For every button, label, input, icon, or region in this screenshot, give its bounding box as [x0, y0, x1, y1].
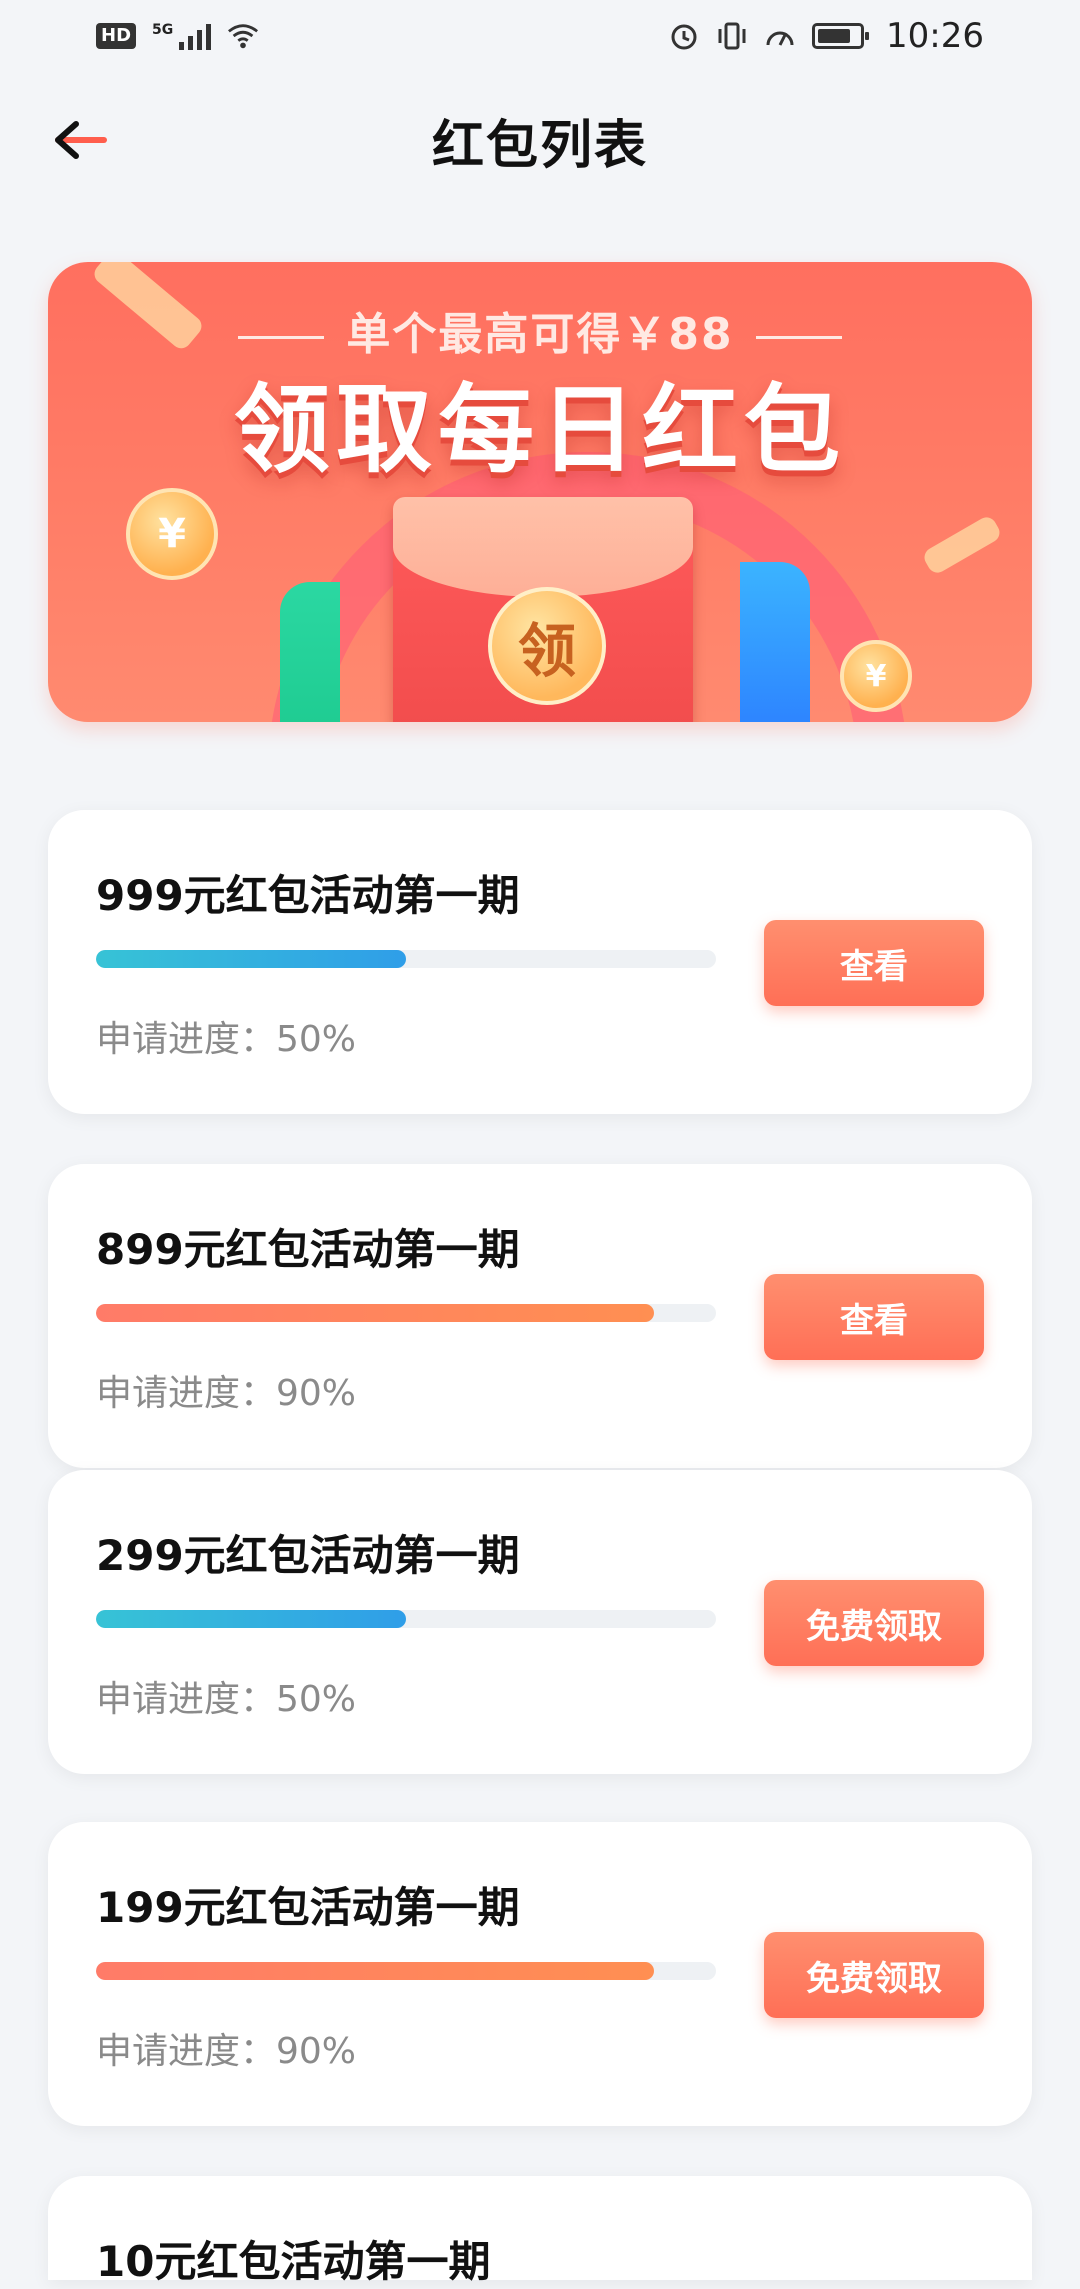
- progress-label: 申请进度：50%: [96, 1679, 357, 1720]
- envelope-coin: 领: [488, 587, 606, 705]
- alarm-icon: [668, 20, 700, 52]
- item-title: 199元红包活动第一期: [96, 1883, 520, 1932]
- network-type: 5G: [152, 22, 174, 38]
- promo-banner[interactable]: ¥ ¥ 单个最高可得￥88 领取每日红包 领: [48, 262, 1032, 722]
- banner-title: 领取每日红包: [234, 374, 846, 486]
- item-title: 899元红包活动第一期: [96, 1225, 520, 1274]
- progress-label: 申请进度：90%: [96, 1373, 357, 1414]
- list-item: 10元红包活动第一期: [48, 2176, 1032, 2286]
- progress-bar: [96, 1962, 716, 1980]
- status-right: 10:26: [668, 16, 984, 56]
- coin-icon: ¥: [126, 488, 218, 580]
- progress-bar: [96, 1610, 716, 1628]
- progress-label: 申请进度：50%: [96, 1019, 357, 1060]
- hd-badge: HD: [96, 23, 137, 49]
- status-bar: HD 5G 10:26: [0, 0, 1080, 72]
- item-title: 299元红包活动第一期: [96, 1531, 520, 1580]
- progress-fill: [96, 1304, 654, 1322]
- claim-free-button[interactable]: 免费领取: [764, 1580, 984, 1666]
- speedometer-icon: [764, 20, 796, 52]
- decor-streak: [920, 513, 1004, 577]
- item-title: 999元红包活动第一期: [96, 871, 520, 920]
- list-item: 899元红包活动第一期 申请进度：90% 查看: [48, 1164, 1032, 1468]
- decor-shape: [280, 582, 340, 722]
- view-button[interactable]: 查看: [764, 920, 984, 1006]
- progress-bar: [96, 950, 716, 968]
- decor-shape: [740, 562, 810, 722]
- wifi-icon: [227, 20, 259, 52]
- progress-fill: [96, 1610, 406, 1628]
- progress-label: 申请进度：90%: [96, 2031, 357, 2072]
- list-item: 299元红包活动第一期 申请进度：50% 免费领取: [48, 1470, 1032, 1774]
- view-button[interactable]: 查看: [764, 1274, 984, 1360]
- vibrate-icon: [716, 20, 748, 52]
- page-title: 红包列表: [431, 115, 648, 176]
- back-arrow-icon: [55, 121, 107, 159]
- list-item: 199元红包活动第一期 申请进度：90% 免费领取: [48, 1822, 1032, 2126]
- progress-fill: [96, 950, 406, 968]
- back-button[interactable]: [40, 108, 120, 172]
- header: 红包列表: [0, 80, 1080, 200]
- list-item: 999元红包活动第一期 申请进度：50% 查看: [48, 810, 1032, 1114]
- red-envelope-icon: 领: [393, 497, 693, 722]
- status-left: HD 5G: [96, 20, 259, 52]
- battery-icon: [812, 23, 870, 49]
- status-time: 10:26: [886, 16, 984, 56]
- progress-bar: [96, 1304, 716, 1322]
- claim-free-button[interactable]: 免费领取: [764, 1932, 984, 2018]
- coin-icon: ¥: [840, 640, 912, 712]
- progress-fill: [96, 1962, 654, 1980]
- signal-icon: 5G: [152, 22, 212, 50]
